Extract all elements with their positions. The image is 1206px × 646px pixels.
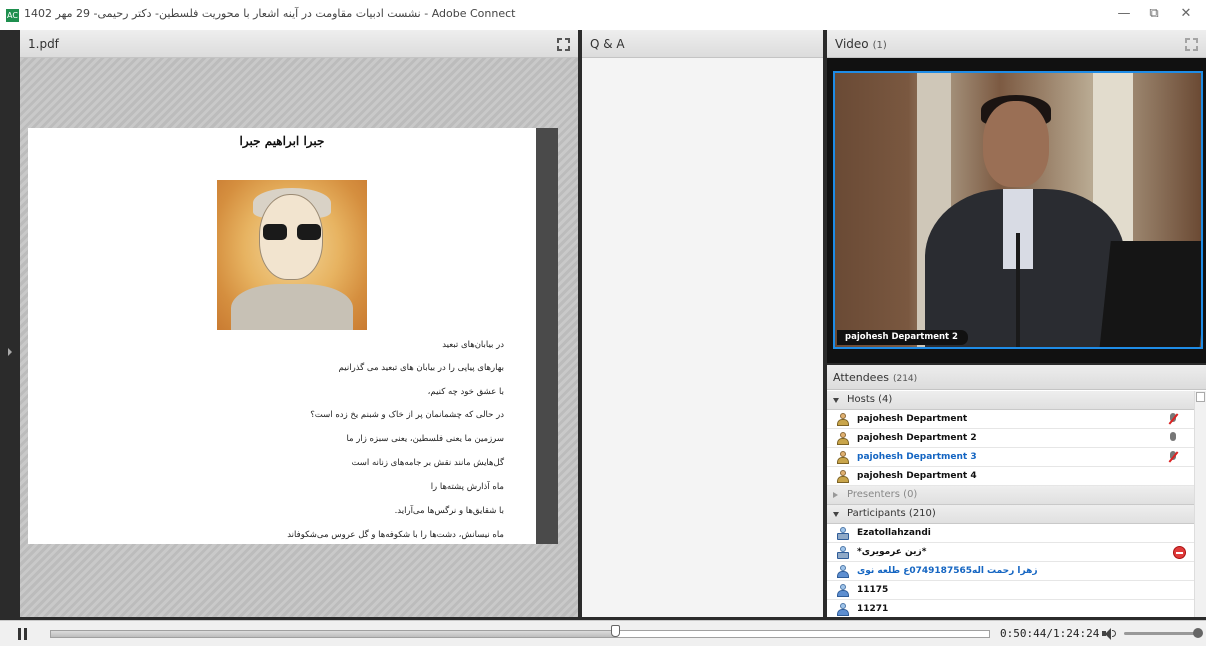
- host-user-icon: [837, 451, 849, 464]
- attendee-name: pajohesh Department 3: [857, 452, 977, 462]
- video-feed[interactable]: pajohesh Department 2: [833, 71, 1203, 349]
- expand-triangle-icon: [833, 398, 839, 403]
- host-user-icon: [837, 413, 849, 426]
- video-pod-title-text: Video: [835, 37, 869, 51]
- poet-portrait-image: [217, 180, 367, 330]
- attendee-name: زهرا رحمت اله0749187565ع طلعه نوی: [857, 566, 1038, 576]
- maximize-icon[interactable]: [557, 38, 570, 51]
- attendee-name: *زین عرمویری*: [857, 547, 927, 557]
- attendee-row[interactable]: *زین عرمویری*: [827, 543, 1194, 562]
- attendee-row[interactable]: 11271: [827, 600, 1194, 617]
- volume-thumb[interactable]: [1193, 628, 1203, 638]
- attendee-row[interactable]: 11175: [827, 581, 1194, 600]
- attendees-title-text: Attendees: [833, 371, 889, 384]
- host-user-icon: [837, 432, 849, 445]
- minimize-button[interactable]: —: [1110, 4, 1138, 24]
- video-pod-title: Video (1): [835, 37, 887, 51]
- progress-track[interactable]: [50, 630, 990, 638]
- attendees-count: (214): [892, 374, 918, 384]
- pause-icon[interactable]: [18, 628, 28, 640]
- collapsed-triangle-icon: [833, 492, 838, 498]
- qa-pod: Q & A: [582, 30, 823, 617]
- adobe-connect-icon: AC: [6, 9, 19, 22]
- attendee-row[interactable]: pajohesh Department 3: [827, 448, 1194, 467]
- attendee-name: pajohesh Department 2: [857, 433, 977, 443]
- attendees-pod-header: Attendees (214): [827, 365, 1206, 390]
- speaker-label: pajohesh Department 2: [837, 330, 968, 345]
- participant-user-icon: [837, 546, 849, 559]
- volume-slider[interactable]: [1124, 632, 1196, 635]
- video-count: (1): [872, 40, 887, 51]
- attendee-name: 11271: [857, 604, 889, 614]
- progress-thumb[interactable]: [611, 625, 620, 637]
- poem-line: سرزمین ما یعنی فلسطین، یعنی سبزه زار ما: [346, 434, 504, 444]
- share-pod: 1.pdf جبرا ابراهیم جبرا در بیابان‌های تب…: [20, 30, 578, 617]
- mic-on-icon: [1168, 432, 1178, 445]
- poem-line: در بیابان‌های تبعید: [442, 340, 504, 350]
- qa-pod-title: Q & A: [590, 37, 625, 51]
- blocked-icon: [1173, 546, 1186, 559]
- poem-line: گل‌هایش مانند نقش بر جامه‌های زنانه است: [351, 458, 504, 468]
- mic-off-icon: [1168, 413, 1178, 426]
- group-presenters[interactable]: Presenters (0): [827, 486, 1194, 505]
- expand-triangle-icon: [833, 512, 839, 517]
- poem-line: ماه نیسانش، دشت‌ها را با شکوفه‌ها و گل ع…: [287, 530, 504, 540]
- video-pod-header: Video (1): [827, 30, 1206, 58]
- poem-line: ماه آذارش پشته‌ها را: [430, 482, 504, 492]
- video-pod: Video (1) pajohesh Department 2: [827, 30, 1206, 363]
- group-label: Hosts (4): [847, 394, 893, 405]
- poem-line: با شقایق‌ها و نرگس‌ها می‌آراید.: [394, 506, 504, 516]
- poem-line: بهارهای پیاپی را در بیابان های تبعید می …: [338, 363, 504, 373]
- progress-fill: [51, 631, 615, 637]
- group-label: Participants (210): [847, 508, 936, 519]
- attendees-title: Attendees (214): [833, 371, 917, 384]
- restore-button[interactable]: ⧉: [1140, 4, 1168, 24]
- share-pod-header: 1.pdf: [20, 30, 578, 58]
- document-heading: جبرا ابراهیم جبرا: [239, 134, 325, 148]
- close-button[interactable]: ✕: [1172, 4, 1200, 24]
- playback-bar: 0:50:44/1:24:24: [0, 620, 1206, 646]
- attendee-list[interactable]: Hosts (4) pajohesh Department pajohesh D…: [827, 391, 1194, 617]
- attendee-row[interactable]: Ezatollahzandi: [827, 524, 1194, 543]
- expand-sidebar-arrow-icon[interactable]: [8, 348, 12, 356]
- maximize-icon[interactable]: [1185, 38, 1198, 51]
- attendee-row[interactable]: pajohesh Department 2: [827, 429, 1194, 448]
- attendee-name: pajohesh Department: [857, 414, 968, 424]
- share-pod-title: 1.pdf: [28, 37, 59, 51]
- participant-user-icon: [837, 584, 849, 597]
- group-participants[interactable]: Participants (210): [827, 505, 1194, 524]
- attendees-pod: Attendees (214) Hosts (4) pajohesh Depart…: [827, 365, 1206, 617]
- attendee-row[interactable]: pajohesh Department 4: [827, 467, 1194, 486]
- group-label: Presenters (0): [847, 489, 918, 500]
- participant-user-icon: [837, 527, 849, 540]
- attendee-row[interactable]: pajohesh Department: [827, 410, 1194, 429]
- title-bar: AC نشست ادبیات مقاومت در آینه اشعار با م…: [0, 0, 1206, 30]
- playback-time: 0:50:44/1:24:24: [1000, 627, 1100, 640]
- participant-user-icon: [837, 603, 849, 616]
- attendee-name: pajohesh Department 4: [857, 471, 977, 481]
- attendee-row[interactable]: زهرا رحمت اله0749187565ع طلعه نوی: [827, 562, 1194, 581]
- poem-line: در حالی که چشمانمان پر از خاک و شبنم یخ …: [310, 410, 504, 420]
- attendee-name: 11175: [857, 585, 889, 595]
- participant-user-icon: [837, 565, 849, 578]
- group-hosts[interactable]: Hosts (4): [827, 391, 1194, 410]
- attendee-name: Ezatollahzandi: [857, 528, 931, 538]
- pdf-page: جبرا ابراهیم جبرا در بیابان‌های تبعید به…: [28, 128, 558, 544]
- volume-icon[interactable]: [1102, 627, 1116, 640]
- poem-line: با عشق خود چه کنیم،: [427, 387, 504, 397]
- scroll-thumb[interactable]: [1196, 392, 1205, 402]
- window-title: نشست ادبیات مقاومت در آینه اشعار با محور…: [24, 7, 516, 20]
- attendee-scrollbar[interactable]: [1194, 391, 1206, 617]
- document-viewer[interactable]: جبرا ابراهیم جبرا در بیابان‌های تبعید به…: [20, 58, 578, 617]
- qa-pod-header: Q & A: [582, 30, 823, 58]
- host-user-icon: [837, 470, 849, 483]
- mic-off-icon: [1168, 451, 1178, 464]
